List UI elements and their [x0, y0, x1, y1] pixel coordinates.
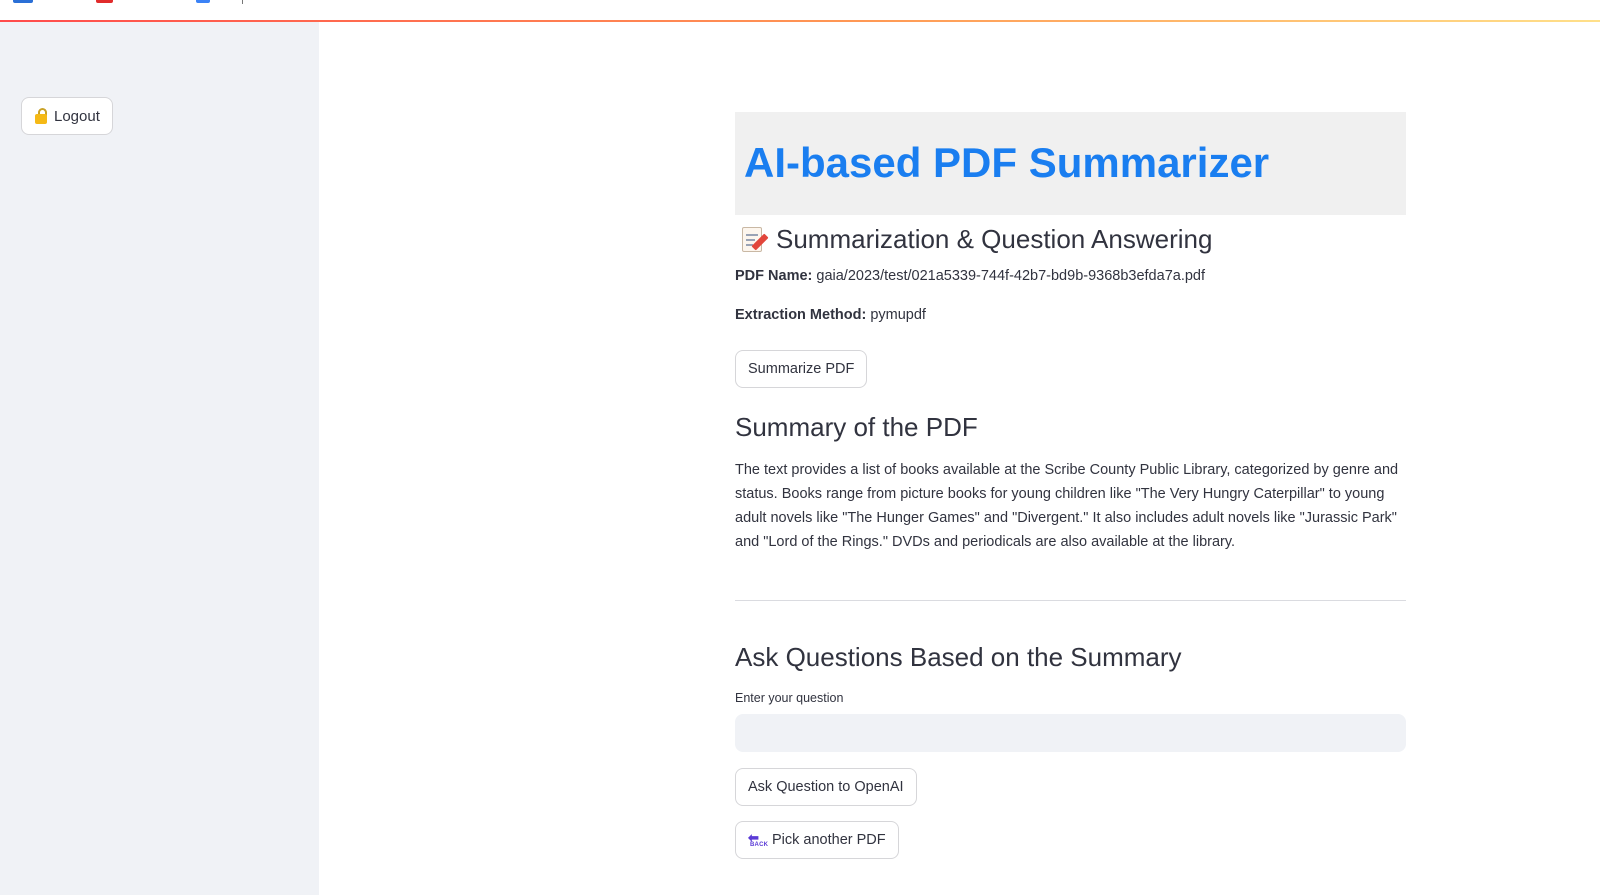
pdf-name-line: PDF Name: gaia/2023/test/021a5339-744f-4… — [735, 268, 1205, 284]
pdf-name-value: gaia/2023/test/021a5339-744f-42b7-bd9b-9… — [816, 268, 1206, 284]
memo-icon — [741, 226, 769, 254]
subheader-text: Summarization & Question Answering — [776, 224, 1213, 254]
bookmark-favicon[interactable] — [96, 0, 113, 3]
qa-heading: Ask Questions Based on the Summary — [735, 642, 1182, 672]
unlocked-padlock-icon — [34, 108, 48, 124]
pick-another-pdf-button[interactable]: ⬅ BACK Pick another PDF — [735, 821, 899, 859]
question-input-label: Enter your question — [735, 691, 844, 705]
browser-bookmarks-strip — [0, 0, 1600, 20]
summary-heading: Summary of the PDF — [735, 412, 978, 442]
extraction-method-label: Extraction Method: — [735, 307, 867, 323]
section-subheader: Summarization & Question Answering — [741, 224, 1212, 255]
summary-text: The text provides a list of books availa… — [735, 462, 1399, 550]
back-arrow-icon: ⬅ BACK — [748, 830, 769, 848]
pdf-name-label: PDF Name: — [735, 268, 813, 284]
extraction-method-value: pymupdf — [870, 307, 926, 323]
divider — [735, 600, 1406, 601]
extraction-method-line: Extraction Method: pymupdf — [735, 307, 926, 323]
bookmark-favicon[interactable] — [196, 0, 210, 3]
ask-openai-button[interactable]: Ask Question to OpenAI — [735, 768, 917, 806]
logout-label: Logout — [54, 107, 100, 125]
page-title: AI-based PDF Summarizer — [744, 139, 1270, 186]
summarize-pdf-button[interactable]: Summarize PDF — [735, 350, 868, 388]
question-input[interactable] — [735, 714, 1406, 752]
logout-button[interactable]: Logout — [21, 97, 113, 135]
bookmark-separator — [242, 0, 243, 4]
sidebar: Logout — [0, 22, 319, 895]
title-box: AI-based PDF Summarizer — [735, 112, 1406, 215]
pick-another-pdf-label: Pick another PDF — [772, 832, 886, 848]
bookmark-favicon[interactable] — [13, 0, 33, 3]
